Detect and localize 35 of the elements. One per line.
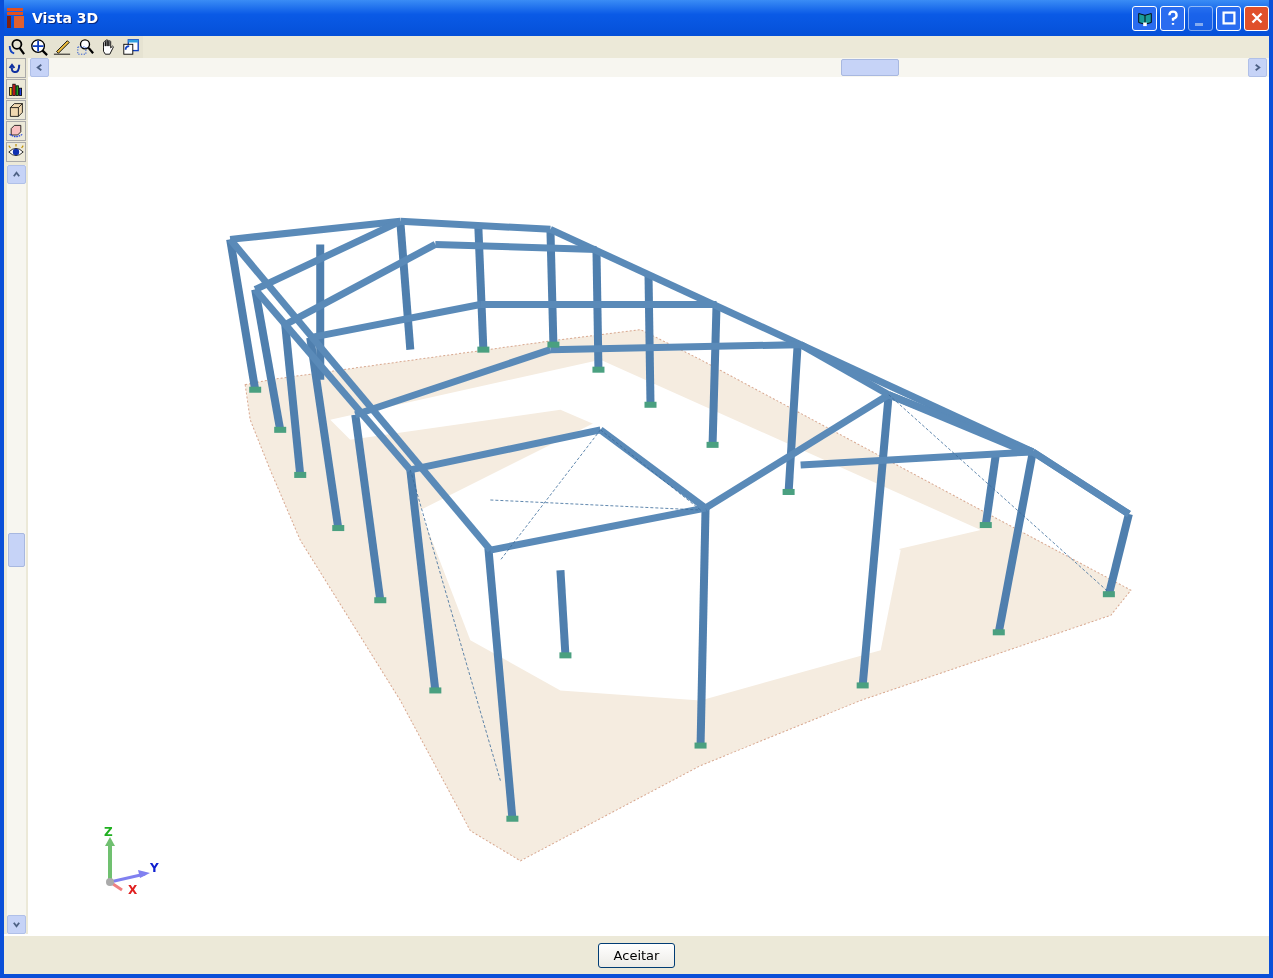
vertical-scrollbar[interactable] bbox=[6, 165, 26, 934]
chevron-right-icon bbox=[1253, 63, 1262, 72]
minimize-icon bbox=[1194, 22, 1203, 26]
bar-chart-icon[interactable] bbox=[6, 79, 26, 99]
maximize-icon bbox=[1219, 9, 1238, 27]
chevron-down-icon bbox=[11, 920, 21, 929]
undo-icon[interactable] bbox=[6, 58, 26, 78]
maximize-button[interactable] bbox=[1216, 5, 1241, 31]
y-axis-label: Y bbox=[150, 862, 159, 874]
book-button[interactable] bbox=[1132, 5, 1157, 31]
horizontal-scrollbar[interactable] bbox=[28, 58, 1269, 77]
cube-icon[interactable] bbox=[6, 100, 26, 120]
chevron-left-icon bbox=[35, 63, 44, 72]
scroll-right-button[interactable] bbox=[1248, 58, 1267, 77]
zoom-extents-icon[interactable] bbox=[29, 37, 49, 57]
eye-icon[interactable] bbox=[6, 142, 26, 162]
close-button[interactable] bbox=[1244, 5, 1269, 31]
window-title: Vista 3D bbox=[32, 10, 99, 26]
x-axis-label: X bbox=[128, 884, 138, 896]
pencil-icon[interactable] bbox=[52, 37, 72, 57]
scroll-thumb[interactable] bbox=[7, 532, 25, 567]
window-copy-icon[interactable] bbox=[121, 37, 141, 57]
z-axis-label: Z bbox=[104, 826, 113, 838]
scroll-down-button[interactable] bbox=[6, 915, 26, 934]
cube-rotate-icon[interactable] bbox=[6, 121, 26, 141]
accept-button[interactable]: Aceitar bbox=[598, 942, 675, 968]
help-button[interactable] bbox=[1160, 5, 1185, 31]
scroll-up-button[interactable] bbox=[6, 165, 26, 184]
chevron-up-icon bbox=[11, 170, 21, 179]
app-icon bbox=[6, 7, 26, 29]
zoom-window-icon[interactable] bbox=[75, 37, 95, 57]
3d-viewport[interactable]: Z Y X bbox=[28, 77, 1269, 934]
scroll-thumb[interactable] bbox=[841, 59, 899, 76]
rotate-magnifier-icon[interactable] bbox=[6, 37, 26, 57]
scroll-left-button[interactable] bbox=[30, 58, 49, 77]
